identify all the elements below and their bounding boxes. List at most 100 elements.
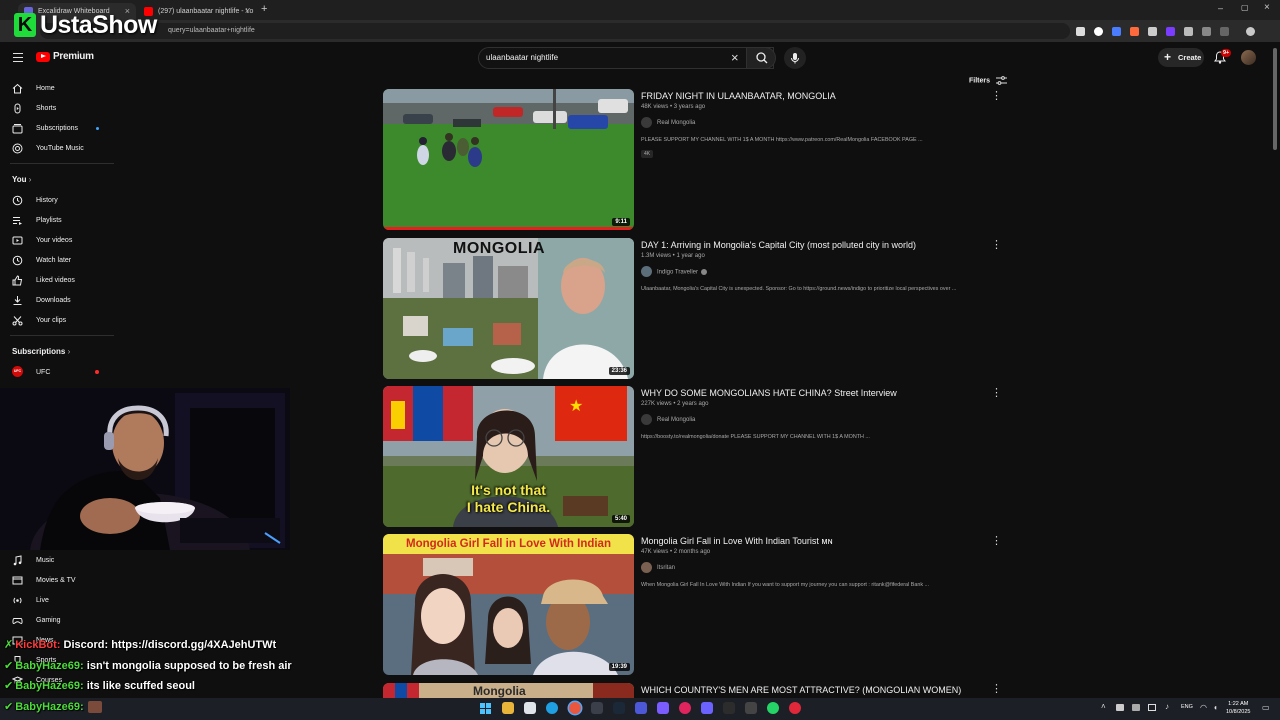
microphone-icon[interactable]: ♪ (1165, 702, 1169, 711)
profile-icon[interactable] (1246, 27, 1255, 36)
menu-icon[interactable] (13, 53, 23, 63)
video-thumbnail[interactable]: Mongolia (383, 683, 634, 698)
app-icon[interactable] (745, 702, 757, 714)
more-options-icon[interactable]: ⋮ (991, 683, 1002, 695)
extension-icon[interactable] (1076, 27, 1085, 36)
voice-search-button[interactable] (784, 47, 806, 69)
video-result[interactable]: Mongolia WHICH COUNTRY'S MEN ARE MOST AT… (383, 683, 1008, 698)
extension-icon[interactable] (1094, 27, 1103, 36)
volume-icon[interactable]: ◖ (1213, 703, 1218, 712)
create-button[interactable]: + Create (1158, 48, 1204, 67)
sidebar-item-music[interactable]: Music (0, 550, 118, 570)
discord-icon[interactable] (635, 702, 647, 714)
sidebar-you-heading[interactable]: You › (12, 175, 31, 184)
app-icon[interactable] (679, 702, 691, 714)
sidebar-item-liked-videos[interactable]: Liked videos (0, 270, 118, 290)
chrome-icon[interactable] (569, 702, 581, 714)
more-options-icon[interactable]: ⋮ (991, 386, 1002, 399)
sidebar-item-your-videos[interactable]: Your videos (0, 230, 118, 250)
more-options-icon[interactable]: ⋮ (991, 238, 1002, 251)
video-title[interactable]: Mongolia Girl Fall in Love With Indian T… (641, 536, 833, 546)
youtube-logo[interactable]: Premium (36, 51, 94, 62)
app-icon[interactable] (657, 702, 669, 714)
avatar[interactable] (1241, 50, 1256, 65)
video-thumbnail[interactable]: 9:11 (383, 89, 634, 230)
video-thumbnail[interactable]: MONGOLIA 23:36 (383, 238, 634, 379)
video-thumbnail[interactable]: ★ It's not that I hate China. 5:40 (383, 386, 634, 527)
tray-icon[interactable] (1116, 704, 1124, 711)
video-title[interactable]: FRIDAY NIGHT IN ULAANBAATAR, MONGOLIA (641, 91, 836, 101)
edge-icon[interactable] (546, 702, 558, 714)
channel-avatar[interactable] (641, 266, 652, 277)
store-icon[interactable] (524, 702, 536, 714)
video-result[interactable]: ★ It's not that I hate China. 5:40 WHY D… (383, 386, 1008, 527)
channel-avatar[interactable] (641, 117, 652, 128)
tray-icon[interactable] (1132, 704, 1140, 711)
channel-avatar[interactable] (641, 414, 652, 425)
chat-username: BabyHaze69: (15, 660, 84, 672)
sidebar-item-home[interactable]: Home (0, 78, 118, 98)
sidebar-item-your-clips[interactable]: Your clips (0, 310, 118, 330)
maximize-button[interactable]: ▢ (1241, 3, 1249, 12)
channel-name[interactable]: Indigo Traveller (657, 269, 708, 276)
steam-icon[interactable] (613, 702, 625, 714)
extension-icon[interactable] (1112, 27, 1121, 36)
video-thumbnail[interactable]: Mongolia Girl Fall in Love With Indian 1… (383, 534, 634, 675)
video-result[interactable]: 9:11 FRIDAY NIGHT IN ULAANBAATAR, MONGOL… (383, 89, 1008, 230)
sidebar-subscriptions-heading[interactable]: Subscriptions › (12, 347, 70, 356)
more-options-icon[interactable]: ⋮ (991, 534, 1002, 547)
extension-icon[interactable] (1202, 27, 1211, 36)
sidebar-item-playlists[interactable]: Playlists (0, 210, 118, 230)
more-options-icon[interactable]: ⋮ (991, 89, 1002, 102)
windows-start-icon[interactable] (480, 703, 491, 714)
tray-icon[interactable] (1148, 704, 1156, 711)
close-window-button[interactable]: × (1264, 2, 1270, 13)
extension-icon[interactable] (1130, 27, 1139, 36)
sidebar-item-movies-tv[interactable]: Movies & TV (0, 570, 118, 590)
sidebar-item-history[interactable]: History (0, 190, 118, 210)
tray-chevron-icon[interactable]: ˄ (1101, 702, 1106, 711)
video-title[interactable]: DAY 1: Arriving in Mongolia's Capital Ci… (641, 240, 916, 250)
clear-search-icon[interactable]: × (731, 50, 739, 65)
channel-name[interactable]: Real Mongolia (657, 417, 695, 423)
sidebar-item-gaming[interactable]: Gaming (0, 610, 118, 630)
channel-name[interactable]: Itsritan (657, 565, 675, 571)
sidebar-item-downloads[interactable]: Downloads (0, 290, 118, 310)
channel-avatar[interactable] (641, 562, 652, 573)
new-tab-button[interactable]: + (261, 3, 267, 15)
sidebar-item-subscriptions[interactable]: Subscriptions (0, 118, 118, 138)
notification-center-icon[interactable]: ▭ (1262, 703, 1270, 712)
whatsapp-icon[interactable] (767, 702, 779, 714)
scrollbar[interactable] (1273, 48, 1277, 150)
video-title[interactable]: WHICH COUNTRY'S MEN ARE MOST ATTRACTIVE?… (641, 685, 961, 695)
language-indicator[interactable]: ENG (1181, 704, 1193, 710)
filters-label: Filters (969, 77, 991, 85)
extension-icon[interactable] (1148, 27, 1157, 36)
app-icon[interactable] (789, 702, 801, 714)
app-icon[interactable] (701, 702, 713, 714)
video-result[interactable]: Mongolia Girl Fall in Love With Indian 1… (383, 534, 1008, 675)
search-input[interactable]: ulaanbaatar nightlife (478, 47, 774, 69)
sidebar-item-shorts[interactable]: Shorts (0, 98, 118, 118)
app-icon[interactable] (723, 702, 735, 714)
minimize-button[interactable]: – (1218, 3, 1223, 13)
search-button[interactable] (746, 47, 776, 69)
filters-button[interactable]: Filters (969, 76, 1007, 85)
video-result[interactable]: MONGOLIA 23:36 DAY 1: Arriving in Mongol… (383, 238, 1008, 379)
channel-name[interactable]: Real Mongolia (657, 120, 695, 126)
video-title[interactable]: WHY DO SOME MONGOLIANS HATE CHINA? Stree… (641, 388, 897, 398)
sidebar-item-youtube-music[interactable]: YouTube Music (0, 138, 118, 158)
sidebar-item-label: Downloads (36, 296, 71, 304)
wifi-icon[interactable]: ◠ (1200, 703, 1207, 712)
sidebar-item-watch-later[interactable]: Watch later (0, 250, 118, 270)
file-explorer-icon[interactable] (502, 702, 514, 714)
extension-icon[interactable] (1220, 27, 1229, 36)
sidebar-item-ufc[interactable]: UFC UFC (0, 362, 118, 382)
system-clock[interactable]: 1:22 AM 10/8/2025 (1226, 700, 1250, 716)
url-field[interactable]: query=ulaanbaatar+nightlife (40, 23, 1070, 39)
close-icon[interactable]: × (245, 6, 250, 16)
extension-icon[interactable] (1166, 27, 1175, 36)
app-icon[interactable] (591, 702, 603, 714)
sidebar-item-live[interactable]: Live (0, 590, 118, 610)
pen-icon[interactable] (1184, 27, 1193, 36)
